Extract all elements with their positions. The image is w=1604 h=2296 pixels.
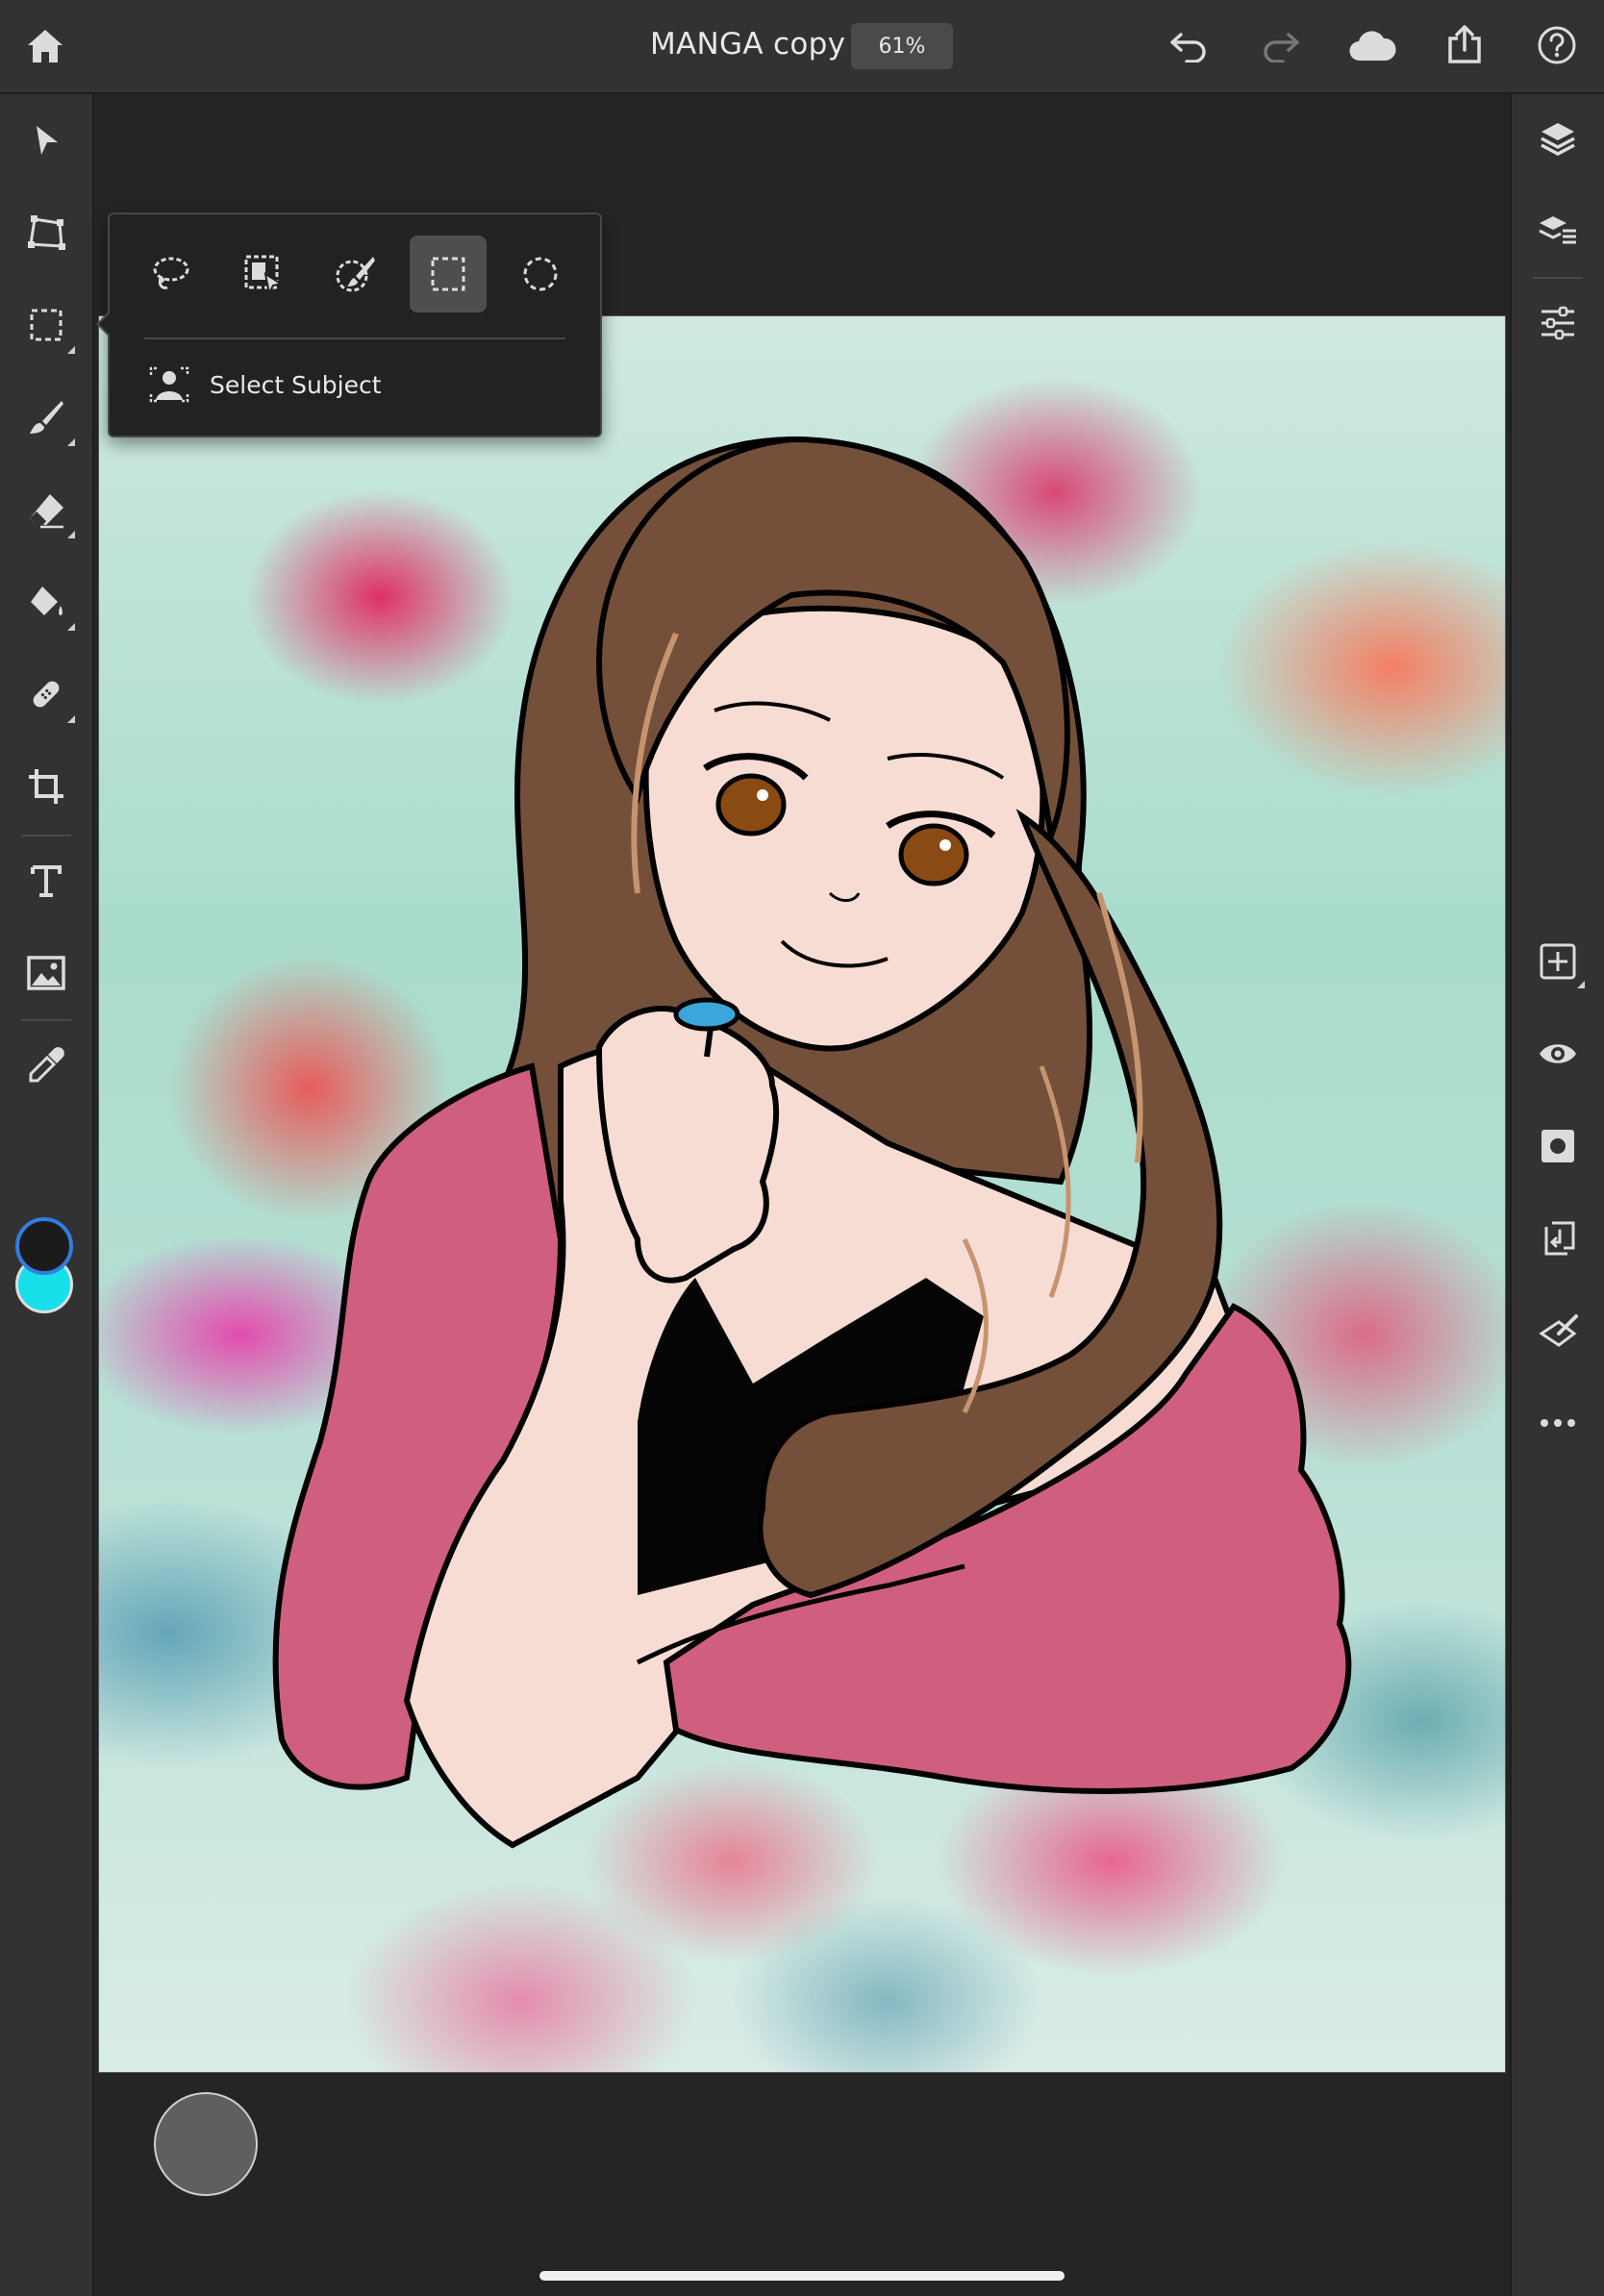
- redo-icon[interactable]: [1256, 23, 1306, 69]
- zoom-level-badge[interactable]: 61%: [851, 23, 953, 69]
- clipping-mask-icon[interactable]: [1535, 1215, 1581, 1261]
- add-layer-icon[interactable]: [1535, 938, 1581, 985]
- type-tool-icon[interactable]: [23, 858, 69, 904]
- object-select-tool[interactable]: [225, 236, 302, 312]
- selection-tools-popover: Select Subject: [96, 212, 602, 437]
- document-title[interactable]: MANGA copy: [650, 27, 845, 62]
- select-subject-button[interactable]: Select Subject: [148, 361, 382, 409]
- elliptical-marquee-icon: [523, 257, 558, 291]
- visibility-icon[interactable]: [1535, 1031, 1581, 1077]
- top-bar: MANGA copy 61%: [0, 0, 1604, 94]
- toolbar-divider: [21, 1019, 71, 1021]
- artwork-illustration: [272, 436, 1352, 1849]
- help-icon[interactable]: [1533, 21, 1581, 69]
- eraser-tool-icon[interactable]: [23, 487, 69, 533]
- more-options-icon[interactable]: [1535, 1400, 1581, 1446]
- select-subject-label: Select Subject: [210, 370, 382, 399]
- popover-divider: [144, 337, 565, 339]
- touch-shortcut-button[interactable]: [154, 2092, 258, 2196]
- tool-group-indicator: [67, 623, 75, 631]
- home-indicator[interactable]: [539, 2271, 1065, 2281]
- tool-group-indicator: [67, 346, 75, 354]
- lasso-icon: [153, 257, 189, 289]
- selection-tool-icon[interactable]: [23, 302, 69, 348]
- move-tool-icon[interactable]: [23, 117, 69, 163]
- object-select-icon: [244, 255, 284, 295]
- right-eye: [898, 823, 969, 886]
- transform-tool-icon[interactable]: [23, 210, 69, 256]
- fill-tool-icon[interactable]: [23, 579, 69, 625]
- right-panel: [1510, 94, 1604, 2296]
- rectangular-marquee-icon: [431, 257, 465, 291]
- tool-group-indicator: [1577, 981, 1585, 988]
- popover-arrow-fill: [99, 312, 111, 336]
- cloud-icon[interactable]: [1344, 23, 1400, 69]
- crop-tool-icon[interactable]: [23, 763, 69, 810]
- foreground-color-swatch[interactable]: [15, 1217, 73, 1275]
- home-icon[interactable]: [21, 23, 69, 69]
- left-toolbar: [0, 94, 94, 2296]
- layers-icon[interactable]: [1535, 115, 1581, 162]
- rectangular-marquee-tool[interactable]: [410, 236, 487, 312]
- lasso-select-tool[interactable]: [133, 236, 210, 312]
- quick-select-tool[interactable]: [317, 236, 394, 312]
- panel-divider: [1533, 277, 1583, 279]
- quick-select-icon: [336, 257, 375, 292]
- eyedropper-tool-icon[interactable]: [23, 1042, 69, 1088]
- ring-gem: [673, 997, 740, 1032]
- undo-icon[interactable]: [1164, 23, 1214, 69]
- mask-icon[interactable]: [1535, 1123, 1581, 1169]
- tool-group-indicator: [67, 438, 75, 446]
- tool-group-indicator: [67, 715, 75, 723]
- layer-properties-icon[interactable]: [1535, 208, 1581, 254]
- left-eye: [715, 773, 787, 836]
- place-image-icon[interactable]: [23, 950, 69, 996]
- elliptical-marquee-tool[interactable]: [502, 236, 579, 312]
- document-canvas[interactable]: [98, 315, 1506, 2073]
- share-icon[interactable]: [1441, 19, 1489, 69]
- brush-tool-icon[interactable]: [23, 394, 69, 440]
- select-subject-icon: [149, 366, 189, 403]
- tool-group-indicator: [67, 531, 75, 538]
- toolbar-divider: [21, 835, 71, 836]
- healing-tool-icon[interactable]: [23, 671, 69, 717]
- refine-edge-icon[interactable]: [1535, 1308, 1581, 1354]
- adjustments-icon[interactable]: [1535, 300, 1581, 346]
